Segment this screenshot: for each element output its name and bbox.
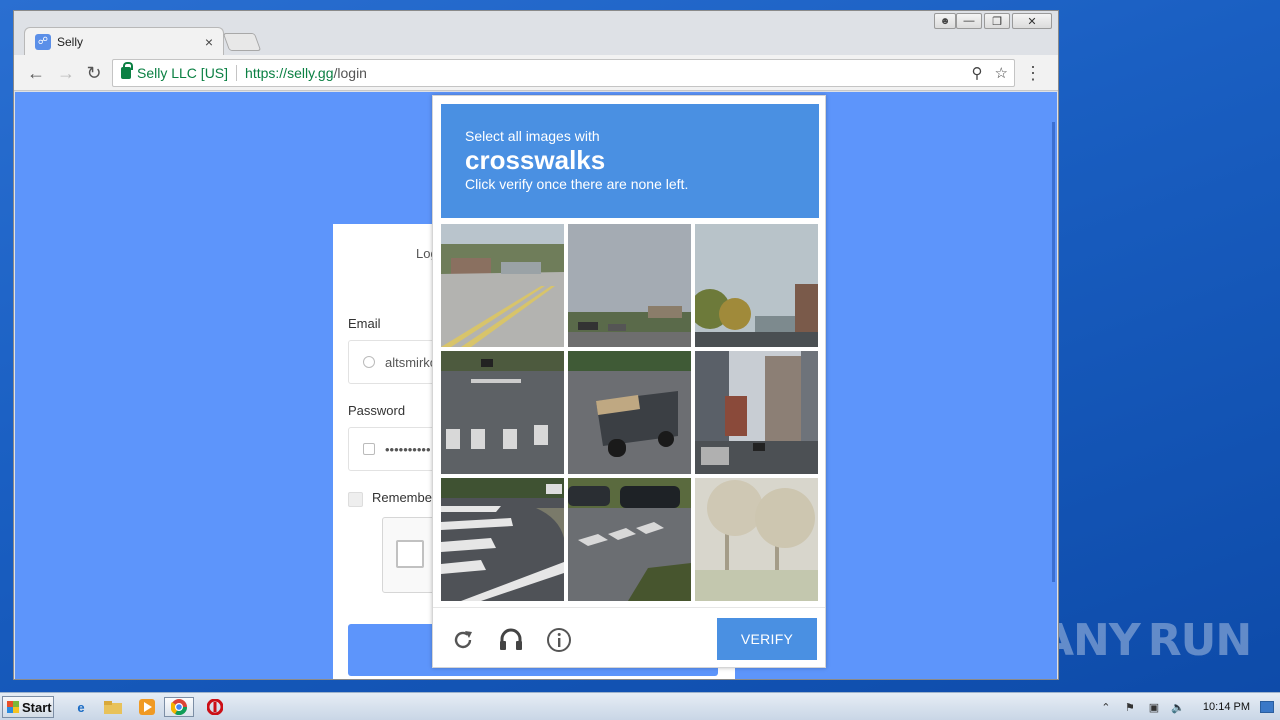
close-window-button[interactable]: ✕ [1012, 13, 1052, 29]
info-icon[interactable] [545, 626, 573, 654]
browser-tab[interactable]: ☍ Selly × [24, 27, 224, 55]
captcha-instruction: Select all images with [465, 128, 600, 144]
address-bar[interactable]: Selly LLC [US] https://selly.gg/login ⚲ … [112, 59, 1015, 87]
action-center-flag-icon[interactable]: ⚑ [1123, 701, 1137, 714]
remember-label: Remember [372, 490, 437, 505]
lock-field-icon [363, 443, 375, 455]
back-arrow-icon[interactable]: ← [26, 63, 46, 83]
street-image [441, 224, 564, 347]
captcha-tile[interactable] [695, 478, 818, 601]
address-bar-actions: ⚲ ☆ [972, 64, 1008, 82]
browser-toolbar: ← → ↻ Selly LLC [US] https://selly.gg/lo… [14, 55, 1058, 91]
show-hidden-icons[interactable]: ⌃ [1099, 701, 1113, 714]
network-icon[interactable]: ▣ [1147, 701, 1161, 714]
captcha-tile[interactable] [441, 351, 564, 474]
kebab-menu-icon[interactable]: ⋮ [1024, 63, 1042, 84]
tab-title: Selly [57, 34, 84, 49]
opera-icon[interactable] [204, 697, 226, 717]
refresh-icon[interactable] [449, 626, 477, 654]
new-tab-button[interactable] [222, 33, 262, 51]
clock[interactable]: 10:14 PM [1203, 701, 1250, 713]
start-label: Start [22, 699, 52, 715]
tab-close-icon[interactable]: × [205, 34, 213, 50]
watermark-right: RUN [1147, 614, 1252, 666]
star-icon[interactable]: ☆ [995, 64, 1008, 82]
captcha-header: Select all images with crosswalks Click … [441, 104, 819, 218]
captcha-target: crosswalks [465, 145, 606, 175]
city-image [695, 351, 818, 474]
address-separator [236, 65, 238, 81]
volume-icon[interactable]: 🔈 [1171, 701, 1185, 714]
security-label: Selly LLC [US] [137, 65, 229, 81]
tree-street-image [695, 224, 818, 347]
captcha-tile[interactable] [441, 478, 564, 601]
email-value: altsmirko [385, 354, 438, 370]
minimize-button[interactable]: — [956, 13, 982, 29]
windows-logo-icon [7, 701, 19, 713]
chrome-taskbar-icon[interactable] [164, 697, 194, 717]
restore-button[interactable]: ❐ [984, 13, 1010, 29]
system-tray: ⌃ ⚑ ▣ 🔈 10:14 PM [1099, 693, 1280, 720]
captcha-tile[interactable] [568, 478, 691, 601]
remember-checkbox[interactable] [348, 492, 363, 507]
selly-favicon-icon: ☍ [35, 33, 51, 50]
page-scrollbar[interactable] [1052, 122, 1055, 582]
captcha-tile[interactable] [695, 224, 818, 347]
crosswalk-image [441, 351, 564, 474]
captcha-tile[interactable] [568, 224, 691, 347]
profile-icon[interactable]: ☻ [934, 13, 956, 29]
internet-explorer-icon[interactable]: e [70, 697, 92, 717]
media-player-icon[interactable] [136, 697, 158, 717]
reload-icon[interactable]: ↻ [84, 63, 104, 83]
captcha-tile[interactable] [695, 351, 818, 474]
audio-icon[interactable] [497, 626, 525, 654]
captcha-footer: VERIFY [433, 607, 825, 669]
user-icon [363, 356, 375, 368]
password-value: •••••••••• [385, 441, 431, 457]
recaptcha-checkbox[interactable] [396, 540, 424, 568]
captcha-image-grid [441, 224, 819, 602]
verify-button[interactable]: VERIFY [717, 618, 817, 660]
url-host: https://selly.gg [245, 65, 334, 81]
park-image [695, 478, 818, 601]
password-label: Password [348, 403, 406, 418]
forward-arrow-icon[interactable]: → [56, 63, 76, 83]
key-icon[interactable]: ⚲ [972, 64, 983, 82]
lock-icon [121, 62, 133, 79]
curb-crosswalk-image [441, 478, 564, 601]
url-path: /login [333, 65, 367, 81]
captcha-tile[interactable] [568, 351, 691, 474]
window-controls: — ❐ ✕ [956, 13, 1052, 29]
truck-image [568, 351, 691, 474]
start-button[interactable]: Start [2, 696, 54, 718]
anyrun-watermark: ANY RUN [1040, 605, 1252, 675]
captcha-hint: Click verify once there are none left. [465, 176, 689, 192]
parked-cars-image [568, 478, 691, 601]
captcha-tile[interactable] [441, 224, 564, 347]
captcha-challenge: Select all images with crosswalks Click … [432, 95, 826, 668]
show-desktop-button[interactable] [1260, 701, 1274, 713]
taskbar: Start e ⌃ ⚑ ▣ 🔈 10:14 PM [0, 692, 1280, 720]
folder-icon[interactable] [102, 697, 124, 717]
email-label: Email [348, 316, 381, 331]
sky-image [568, 224, 691, 347]
